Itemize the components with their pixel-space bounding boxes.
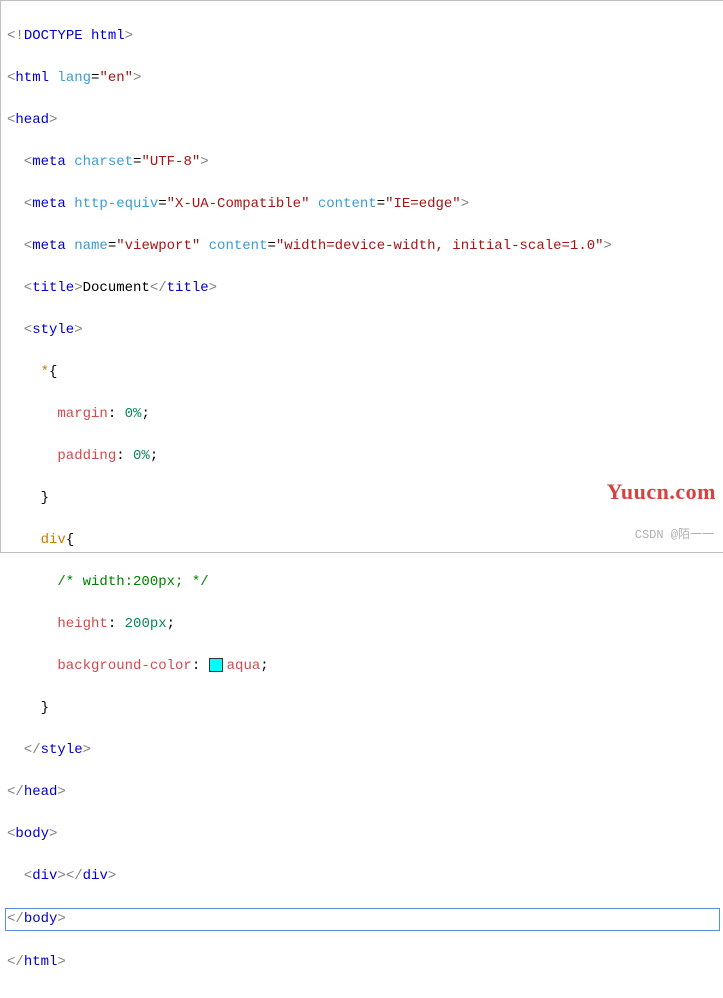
line-html-open: <html lang="en"> xyxy=(7,68,718,89)
line-head-open: <head> xyxy=(7,110,718,131)
line-style-open: <style> xyxy=(7,320,718,341)
line-prop-bg: background-color: aqua; xyxy=(7,656,718,677)
line-doctype: <!DOCTYPE html> xyxy=(7,26,718,47)
color-swatch-icon xyxy=(209,658,223,672)
line-head-close: </head> xyxy=(7,782,718,803)
line-meta3: <meta name="viewport" content="width=dev… xyxy=(7,236,718,257)
code-block: <!DOCTYPE html> <html lang="en"> <head> … xyxy=(1,1,723,998)
line-div: <div></div> xyxy=(7,866,718,887)
line-comment: /* width:200px; */ xyxy=(7,572,718,593)
line-cb1: } xyxy=(7,488,718,509)
line-html-close: </html> xyxy=(7,952,718,973)
line-body-open: <body> xyxy=(7,824,718,845)
line-sel2: div{ xyxy=(7,530,718,551)
line-title: <title>Document</title> xyxy=(7,278,718,299)
line-style-close: </style> xyxy=(7,740,718,761)
line-prop-height: height: 200px; xyxy=(7,614,718,635)
line-body-close: </body> xyxy=(5,908,720,931)
line-cb2: } xyxy=(7,698,718,719)
line-meta1: <meta charset="UTF-8"> xyxy=(7,152,718,173)
line-prop-margin: margin: 0%; xyxy=(7,404,718,425)
line-prop-padding: padding: 0%; xyxy=(7,446,718,467)
line-sel1: *{ xyxy=(7,362,718,383)
line-meta2: <meta http-equiv="X-UA-Compatible" conte… xyxy=(7,194,718,215)
